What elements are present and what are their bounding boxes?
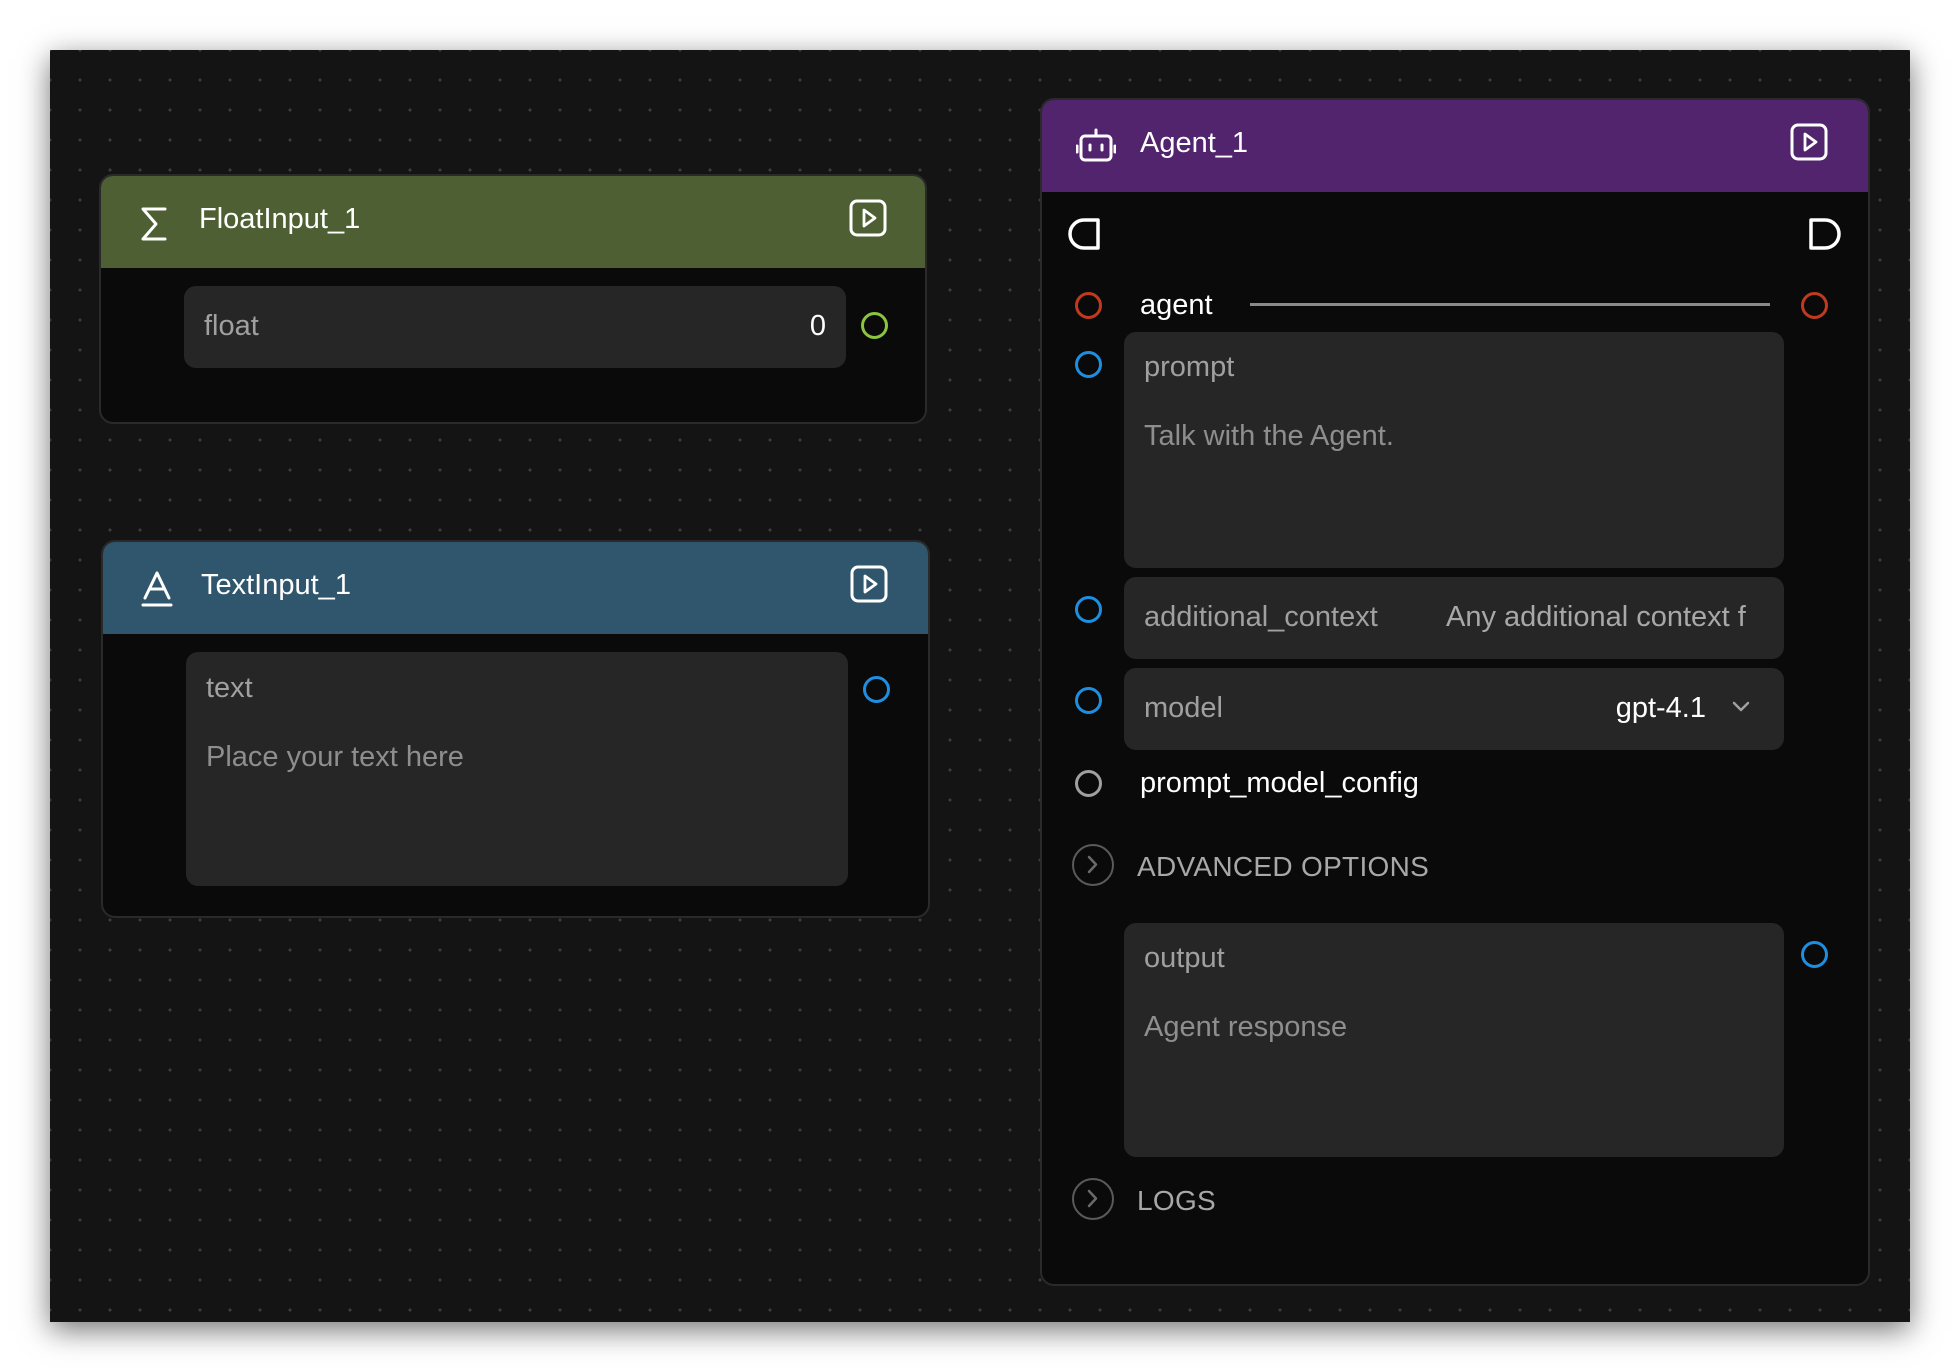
additional-context-input[interactable]: Any additional context f — [1446, 601, 1764, 637]
logs-label: LOGS — [1137, 1185, 1217, 1216]
chevron-right-icon — [1072, 1178, 1114, 1220]
text-input-node-header[interactable]: TextInput_1 — [103, 542, 928, 634]
agent-connector-line — [1250, 303, 1770, 306]
model-input-handle[interactable] — [1075, 687, 1102, 714]
float-value-field[interactable]: float 0 — [184, 286, 846, 368]
model-selected-value: gpt-4.1 — [1615, 692, 1706, 724]
text-field-placeholder: Place your text here — [206, 741, 464, 773]
text-icon — [141, 571, 173, 607]
text-output-handle[interactable] — [863, 676, 890, 703]
model-select[interactable]: model gpt-4.1 — [1124, 668, 1784, 750]
output-field-placeholder: Agent response — [1144, 1011, 1348, 1043]
flow-canvas[interactable]: FloatInput_1 float 0 TextInput_1 text Pl… — [50, 50, 1910, 1322]
agent-row-label: agent — [1140, 289, 1213, 321]
prompt-field-placeholder: Talk with the Agent. — [1144, 420, 1394, 452]
prompt-field-label: prompt — [1144, 351, 1235, 383]
float-input-node[interactable]: FloatInput_1 float 0 — [99, 174, 927, 424]
output-textarea[interactable]: output Agent response — [1124, 923, 1784, 1157]
sigma-icon — [141, 207, 167, 241]
text-input-field[interactable]: text Place your text here — [186, 652, 848, 886]
prompt-input-handle[interactable] — [1075, 351, 1102, 378]
agent-output-handle[interactable] — [1801, 292, 1828, 319]
run-node-icon[interactable] — [848, 198, 888, 238]
float-field-value: 0 — [809, 310, 826, 342]
run-node-icon[interactable] — [849, 564, 889, 604]
trigger-input-handle-icon[interactable] — [1067, 217, 1101, 251]
robot-icon — [1076, 128, 1116, 162]
prompt-model-config-label: prompt_model_config — [1140, 767, 1419, 799]
agent-node[interactable]: Agent_1 agent prompt Talk with the Agent… — [1040, 98, 1870, 1286]
output-handle[interactable] — [1801, 941, 1828, 968]
trigger-output-handle-icon[interactable] — [1808, 217, 1842, 251]
text-field-label: text — [206, 672, 253, 704]
model-field-label: model — [1144, 692, 1223, 724]
logs-toggle[interactable]: LOGS — [1072, 1174, 1372, 1224]
agent-node-header[interactable]: Agent_1 — [1042, 100, 1868, 192]
additional-context-placeholder: Any additional context f — [1446, 601, 1746, 633]
float-output-handle[interactable] — [861, 312, 888, 339]
text-input-node-title: TextInput_1 — [201, 569, 351, 601]
float-input-node-header[interactable]: FloatInput_1 — [101, 176, 925, 268]
chevron-down-icon — [1732, 701, 1750, 712]
advanced-options-label: ADVANCED OPTIONS — [1137, 851, 1430, 882]
output-field-label: output — [1144, 942, 1225, 974]
float-input-node-title: FloatInput_1 — [199, 203, 361, 235]
additional-context-label: additional_context — [1144, 601, 1378, 633]
agent-node-title: Agent_1 — [1140, 127, 1249, 159]
run-node-icon[interactable] — [1789, 122, 1829, 162]
text-input-node[interactable]: TextInput_1 text Place your text here — [101, 540, 930, 918]
agent-input-handle[interactable] — [1075, 292, 1102, 319]
chevron-right-icon — [1072, 844, 1114, 886]
prompt-textarea[interactable]: prompt Talk with the Agent. — [1124, 332, 1784, 568]
prompt-model-config-input-handle[interactable] — [1075, 770, 1102, 797]
additional-context-input-handle[interactable] — [1075, 596, 1102, 623]
advanced-options-toggle[interactable]: ADVANCED OPTIONS — [1072, 840, 1472, 890]
additional-context-field[interactable]: additional_context Any additional contex… — [1124, 577, 1784, 659]
float-field-label: float — [204, 310, 259, 342]
